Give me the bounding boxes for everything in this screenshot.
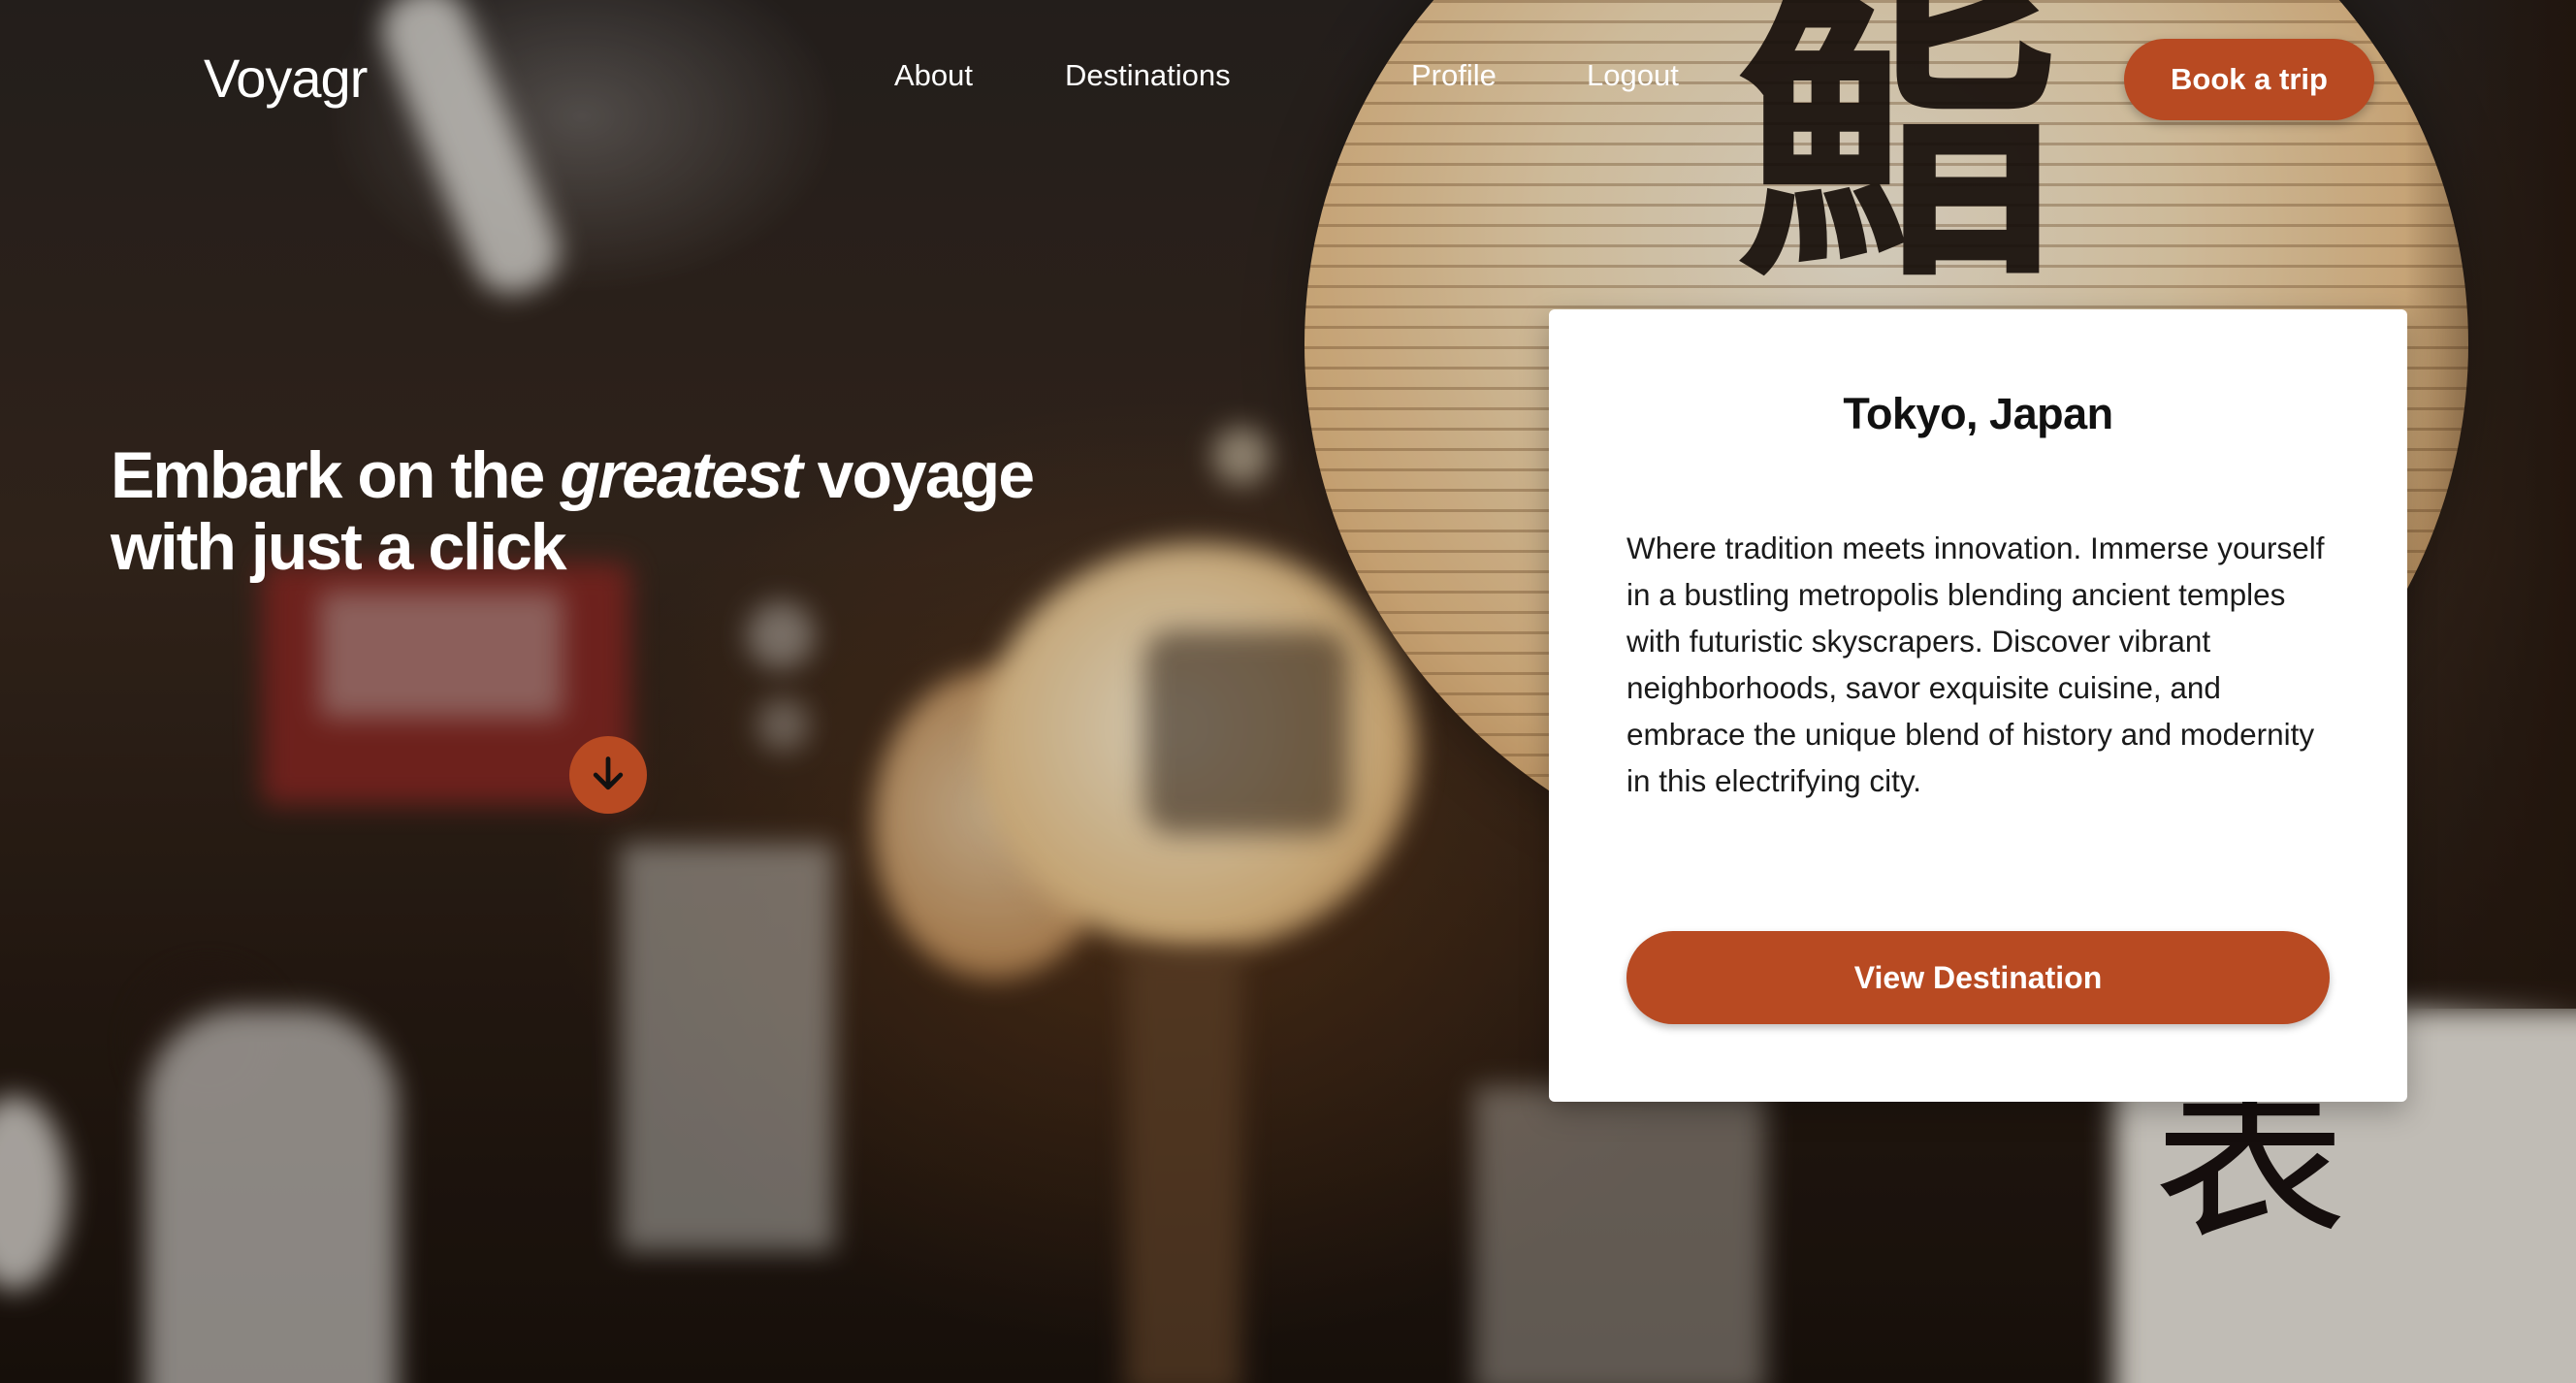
nav-link-destinations[interactable]: Destinations [1065, 58, 1231, 93]
scroll-down-button[interactable] [569, 736, 647, 814]
nav-link-logout[interactable]: Logout [1587, 58, 1679, 93]
nav-link-profile[interactable]: Profile [1411, 58, 1497, 93]
book-trip-button[interactable]: Book a trip [2124, 39, 2374, 120]
hero-headline-line2: with just a click [111, 510, 567, 584]
destination-card: Tokyo, Japan Where tradition meets innov… [1549, 309, 2407, 1102]
hero-headline: Embark on the greatest voyage with just … [111, 439, 1139, 583]
destination-description: Where tradition meets innovation. Immers… [1626, 531, 2325, 798]
destination-title: Tokyo, Japan [1843, 389, 2113, 438]
site-logo[interactable]: Voyagr [204, 47, 368, 110]
nav-link-about[interactable]: About [894, 58, 973, 93]
arrow-down-icon [593, 756, 624, 790]
hero-headline-part: voyage [800, 438, 1035, 512]
hero-headline-part: Embark on the [111, 438, 561, 512]
hero-headline-emphasis: greatest [560, 438, 803, 512]
view-destination-button[interactable]: View Destination [1626, 931, 2330, 1024]
